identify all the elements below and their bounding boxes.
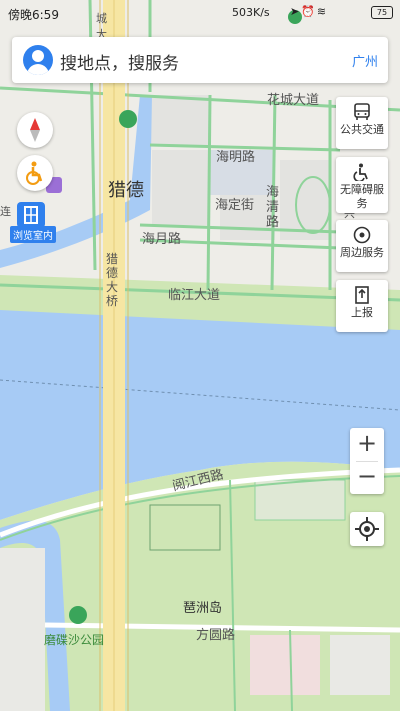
alarm-icon: ⏰: [301, 5, 317, 18]
label-huacheng-ave: 花城大道: [267, 93, 320, 108]
building-icon[interactable]: [17, 202, 45, 228]
label-frag-lian: 连: [0, 205, 11, 218]
status-time: 傍晚6:59: [8, 8, 59, 22]
label-haiyue-rd: 海月路: [142, 232, 182, 247]
accessibility-button[interactable]: [17, 155, 53, 191]
wifi-icon: ≋: [316, 5, 329, 18]
status-bar: 傍晚6:59 503K/s ➤⏰≋ 75: [0, 0, 400, 26]
locate-button[interactable]: [350, 512, 384, 546]
zoom-out-button[interactable]: −: [350, 461, 384, 494]
nearby-service-label: 周边服务: [340, 246, 384, 259]
search-input[interactable]: 搜地点，搜服务: [60, 49, 179, 74]
bus-icon: [354, 103, 370, 120]
accessible-service-label: 无障碍服务: [340, 183, 384, 210]
report-label: 上报: [351, 306, 373, 319]
public-transport-label: 公共交通: [340, 123, 384, 136]
label-liede-bridge: 猎德大桥: [106, 252, 119, 308]
zoom-in-button[interactable]: +: [350, 428, 384, 461]
label-mozhesha-park: 磨碟沙公园: [44, 633, 105, 647]
accessible-service-button[interactable]: 无障碍服务: [336, 157, 388, 213]
label-liede: 猎德: [108, 180, 144, 201]
park-poi-icon[interactable]: [69, 606, 87, 624]
compass-button[interactable]: [17, 112, 53, 148]
nearby-icon: [353, 226, 371, 244]
wheelchair-icon: [26, 161, 43, 185]
label-linjiang-ave: 临江大道: [168, 288, 221, 303]
accessible-icon: [353, 163, 368, 181]
park-poi-icon[interactable]: [119, 110, 137, 128]
report-icon: [355, 286, 369, 304]
compass-icon: [30, 118, 40, 142]
status-icons: ➤⏰≋: [290, 5, 328, 18]
indoor-browse-badge[interactable]: 浏览室内: [10, 226, 56, 243]
nearby-service-button[interactable]: 周边服务: [336, 220, 388, 272]
network-speed: 503K/s: [232, 6, 270, 19]
report-button[interactable]: 上报: [336, 280, 388, 332]
label-haiding-st: 海定街: [215, 198, 255, 213]
battery-icon: 75: [371, 6, 393, 19]
label-pazhou-island: 琶洲岛: [183, 601, 223, 616]
zoom-control: + −: [350, 428, 384, 494]
label-haiqing-rd: 海清路: [266, 185, 280, 230]
locate-icon: [355, 517, 379, 541]
label-haiming-rd: 海明路: [216, 150, 256, 165]
avatar[interactable]: [23, 45, 53, 75]
public-transport-button[interactable]: 公共交通: [336, 97, 388, 149]
label-fangyuan-rd: 方圆路: [196, 628, 236, 643]
location-arrow-icon: ➤: [290, 5, 302, 18]
search-bar[interactable]: 搜地点，搜服务 广州: [12, 37, 388, 83]
city-selector[interactable]: 广州: [352, 51, 378, 70]
